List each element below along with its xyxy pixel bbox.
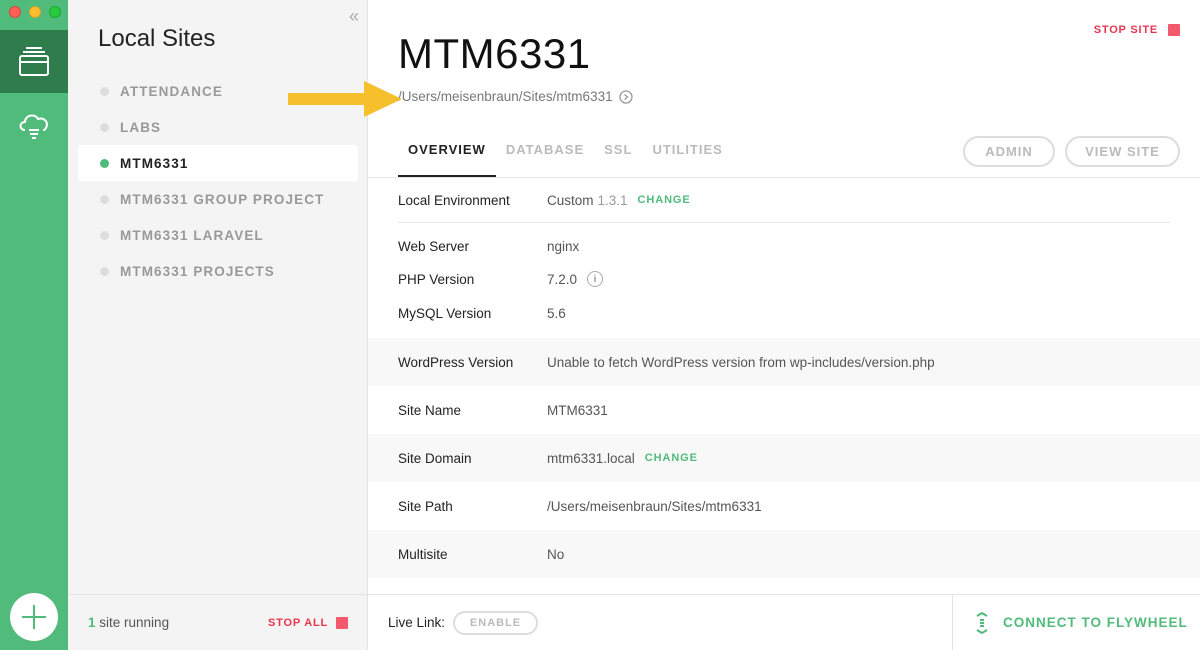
plus-icon <box>22 605 46 629</box>
view-site-button[interactable]: VIEW SITE <box>1065 136 1180 167</box>
site-tabs: OVERVIEW DATABASE SSL UTILITIES <box>398 142 733 178</box>
row-label: Local Environment <box>398 192 510 208</box>
admin-button[interactable]: ADMIN <box>963 136 1055 167</box>
multisite-row: Multisite No <box>368 530 1200 578</box>
environment-version: 1.3.1 <box>597 192 628 208</box>
flywheel-icon <box>976 611 988 634</box>
row-label: WordPress Version <box>398 354 514 370</box>
site-item-label: MTM6331 GROUP PROJECT <box>120 191 325 207</box>
site-item-mtm6331-laravel[interactable]: MTM6331 LARAVEL <box>78 217 358 253</box>
add-site-button[interactable] <box>10 593 58 641</box>
site-domain-row: Site Domain mtm6331.local CHANGE <box>368 434 1200 482</box>
connect-to-flywheel-button[interactable]: CONNECT TO FLYWHEEL <box>952 595 1200 650</box>
stop-icon <box>336 616 348 629</box>
site-name-row: Site Name MTM6331 <box>368 386 1200 434</box>
php-version-row: PHP Version 7.2.0 i <box>368 263 1200 295</box>
annotation-arrow <box>288 81 402 117</box>
cloud-nav-button[interactable] <box>0 93 68 156</box>
change-domain-button[interactable]: CHANGE <box>645 452 698 464</box>
row-label: Web Server <box>398 238 470 254</box>
tab-overview[interactable]: OVERVIEW <box>398 142 496 178</box>
site-path-link[interactable]: /Users/meisenbraun/Sites/mtm6331 <box>398 89 633 104</box>
status-dot <box>100 266 109 276</box>
site-item-label: MTM6331 LARAVEL <box>120 227 264 243</box>
minimize-window-button[interactable] <box>29 6 41 18</box>
stop-site-button[interactable]: STOP SITE <box>1094 24 1180 36</box>
close-window-button[interactable] <box>9 6 21 18</box>
row-value: nginx <box>547 238 580 254</box>
web-server-row: Web Server nginx <box>368 230 1200 262</box>
status-dot <box>100 230 109 240</box>
row-value: MTM6331 <box>547 402 608 418</box>
tab-database[interactable]: DATABASE <box>496 142 594 178</box>
change-environment-button[interactable]: CHANGE <box>638 194 691 206</box>
zoom-window-button[interactable] <box>49 6 61 18</box>
row-value: mtm6331.local CHANGE <box>547 451 698 466</box>
connect-label: CONNECT TO FLYWHEEL <box>1003 615 1188 630</box>
sites-nav-button[interactable] <box>0 30 68 93</box>
site-item-label: MTM6331 PROJECTS <box>120 263 275 279</box>
site-item-mtm6331-projects[interactable]: MTM6331 PROJECTS <box>78 253 358 289</box>
site-item-label: ATTENDANCE <box>120 83 223 99</box>
sidebar-footer: 1 site running STOP ALL <box>68 594 368 650</box>
site-path-text: /Users/meisenbraun/Sites/mtm6331 <box>398 89 613 104</box>
row-value: 7.2.0 i <box>547 271 604 287</box>
info-icon[interactable]: i <box>587 271 604 287</box>
row-label: PHP Version <box>398 271 475 287</box>
running-count: 1 <box>88 615 96 630</box>
site-item-mtm6331[interactable]: MTM6331 <box>78 145 358 181</box>
tab-utilities[interactable]: UTILITIES <box>642 142 732 178</box>
site-detail-panel: STOP SITE MTM6331 /Users/meisenbraun/Sit… <box>288 0 1200 650</box>
status-dot <box>100 158 109 168</box>
sites-running-status: 1 site running <box>88 615 169 630</box>
site-path-row: Site Path /Users/meisenbraun/Sites/mtm63… <box>368 482 1200 530</box>
page-title: MTM6331 <box>398 30 591 77</box>
open-folder-icon[interactable] <box>618 89 633 104</box>
row-label: Site Path <box>398 498 453 514</box>
site-item-mtm6331-group-project[interactable]: MTM6331 GROUP PROJECT <box>78 181 358 217</box>
row-value: /Users/meisenbraun/Sites/mtm6331 <box>547 498 762 514</box>
sidebar-title: Local Sites <box>98 25 216 52</box>
row-value: Custom 1.3.1 CHANGE <box>547 193 691 208</box>
site-domain-value: mtm6331.local <box>547 450 635 466</box>
row-value: No <box>547 546 565 562</box>
cloud-icon <box>19 113 48 139</box>
window-controls <box>9 6 61 18</box>
tab-ssl[interactable]: SSL <box>594 142 642 178</box>
row-label: Multisite <box>398 546 448 562</box>
status-dot <box>100 194 109 204</box>
row-label: MySQL Version <box>398 305 492 321</box>
status-dot <box>100 122 109 132</box>
running-text: site running <box>99 615 170 630</box>
section-divider <box>398 222 1170 223</box>
status-dot <box>100 86 109 96</box>
row-label: Site Domain <box>398 450 472 466</box>
stop-all-label: STOP ALL <box>268 616 328 629</box>
collapse-sidebar-icon[interactable]: « <box>349 6 359 27</box>
site-item-label: LABS <box>120 119 162 135</box>
environment-value: Custom <box>547 192 594 208</box>
stop-all-button[interactable]: STOP ALL <box>268 616 348 629</box>
php-version-value: 7.2.0 <box>547 271 578 287</box>
app-rail <box>0 0 68 650</box>
stop-icon <box>1168 24 1180 36</box>
row-value: 5.6 <box>547 305 566 321</box>
wordpress-version-row: WordPress Version Unable to fetch WordPr… <box>368 338 1200 386</box>
local-environment-row: Local Environment Custom 1.3.1 CHANGE <box>368 178 1200 222</box>
site-item-label: MTM6331 <box>120 155 189 171</box>
main-footer: Live Link: ENABLE CONNECT TO FLYWHEEL <box>368 594 1200 650</box>
enable-live-link-button[interactable]: ENABLE <box>453 610 539 635</box>
row-value: Unable to fetch WordPress version from w… <box>547 354 935 370</box>
stop-site-label: STOP SITE <box>1093 24 1158 36</box>
live-link-label: Live Link: <box>388 615 446 630</box>
row-label: Site Name <box>398 402 462 418</box>
sites-icon <box>19 46 49 76</box>
mysql-version-row: MySQL Version 5.6 <box>368 297 1200 329</box>
